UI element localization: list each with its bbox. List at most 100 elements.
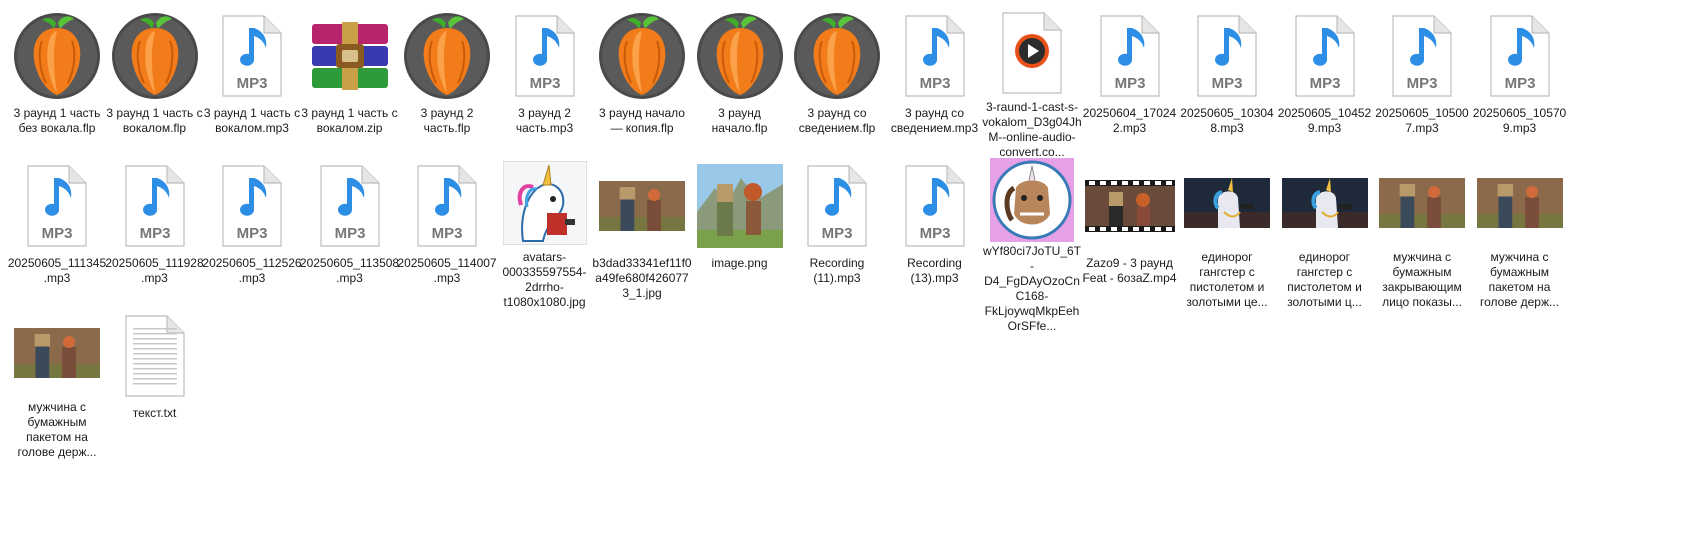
photo-unicorn-gangster-thumbnail-graphic — [1281, 178, 1368, 228]
mp3-file-icon: MP3 — [1472, 8, 1568, 104]
file-item[interactable]: 3-raund-1-cast-s-vokalom_D3g04JhM--onlin… — [981, 8, 1083, 160]
unicorn-avatar-thumbnail — [984, 158, 1080, 242]
file-item[interactable]: 3 раунд 1 часть с вокалом.flp — [104, 8, 206, 160]
mp3-file-icon: MP3 — [1179, 8, 1275, 104]
mp3-file-icon: MP3 — [107, 158, 203, 254]
fl-studio-icon — [399, 8, 495, 104]
mp3-file-icon: MP3 — [204, 8, 300, 104]
file-item[interactable]: мужчина с бумажным закрывающим лицо пока… — [1371, 158, 1473, 310]
photo-paper-bag-couple-thumbnail — [594, 158, 690, 254]
file-item[interactable]: avatars-000335597554-2drrho-t1080x1080.j… — [494, 158, 596, 310]
file-name-label: 20250605_103048.mp3 — [1180, 106, 1274, 135]
file-item[interactable]: 3 раунд начало.flp — [689, 8, 791, 160]
file-name-label: 3 раунд 1 часть с вокалом.mp3 — [203, 106, 301, 135]
file-name-label: Recording (11).mp3 — [809, 256, 865, 285]
fl-studio-icon-graphic — [404, 13, 490, 99]
file-item[interactable]: MP3 20250605_111928.mp3 — [104, 158, 206, 310]
file-item[interactable]: MP3 3 раунд 2 часть.mp3 — [494, 8, 596, 160]
file-item[interactable]: MP3 3 раунд со сведением.mp3 — [884, 8, 986, 160]
file-item[interactable]: единорог гангстер с пистолетом и золотым… — [1176, 158, 1278, 310]
mp3-file-icon: MP3 — [1374, 8, 1470, 104]
illustration-couple-thumbnail-graphic — [696, 164, 783, 248]
file-item[interactable]: 3 раунд 1 часть без вокала.flp — [6, 8, 108, 160]
file-name-label: avatars-000335597554-2drrho-t1080x1080.j… — [502, 250, 587, 309]
fl-studio-icon-graphic — [111, 13, 198, 99]
mp3-file-icon-graphic: MP3 — [222, 165, 282, 247]
file-name-label: 20250605_105709.mp3 — [1472, 106, 1567, 135]
file-item[interactable]: 3 раунд со сведением.flp — [786, 8, 888, 160]
file-item[interactable]: MP3 20250604_170242.mp3 — [1079, 8, 1181, 160]
file-item[interactable]: MP3 Recording (13).mp3 — [884, 158, 986, 310]
file-item[interactable]: мужчина с бумажным пакетом на голове дер… — [1469, 158, 1571, 310]
mp3-file-icon-graphic: MP3 — [514, 15, 575, 97]
svg-text:MP3: MP3 — [529, 75, 560, 92]
svg-text:MP3: MP3 — [432, 225, 463, 242]
svg-text:MP3: MP3 — [42, 225, 73, 242]
mp3-file-icon-graphic: MP3 — [904, 15, 965, 97]
file-name-label: 20250605_114007.mp3 — [397, 256, 497, 285]
fl-studio-icon — [107, 8, 203, 104]
file-name-label: 3-raund-1-cast-s-vokalom_D3g04JhM--onlin… — [982, 100, 1082, 159]
svg-text:MP3: MP3 — [1309, 75, 1340, 92]
photo-unicorn-gangster-thumbnail — [1179, 158, 1275, 248]
fl-studio-icon-graphic — [14, 13, 100, 99]
mp3-file-icon-graphic: MP3 — [1392, 15, 1452, 97]
file-name-label: мужчина с бумажным закрывающим лицо пока… — [1382, 250, 1462, 309]
file-item[interactable]: MP3 3 раунд 1 часть с вокалом.mp3 — [201, 8, 303, 160]
file-item[interactable]: мужчина с бумажным пакетом на голове дер… — [6, 308, 108, 460]
file-name-label: 3 раунд 1 часть с вокалом.flp — [106, 106, 203, 135]
file-name-label: единорог гангстер с пистолетом и золотым… — [1186, 250, 1268, 309]
mp3-file-icon: MP3 — [789, 158, 885, 254]
file-item[interactable]: 3 раунд 2 часть.flp — [396, 8, 498, 160]
file-name-label: Recording (13).mp3 — [907, 256, 962, 285]
mp3-file-icon: MP3 — [887, 8, 983, 104]
file-item[interactable]: Zazo9 - 3 раунд Feat - 6озаZ.mp4 — [1079, 158, 1181, 310]
file-item[interactable]: 3 раунд 1 часть с вокалом.zip — [299, 8, 401, 160]
file-name-label: 3 раунд со сведением.mp3 — [890, 106, 979, 135]
file-name-label: 3 раунд со сведением.flp — [798, 106, 876, 135]
fl-studio-icon — [789, 8, 885, 104]
photo-paper-bag-couple-thumbnail-graphic — [1476, 178, 1563, 228]
illustration-couple-thumbnail — [692, 158, 788, 254]
file-name-label: 20250605_111928.mp3 — [105, 256, 204, 285]
file-item[interactable]: wYf80ci7JoTU_6T-D4_FgDAyOzoCnC168-FkLjoy… — [981, 158, 1083, 333]
file-item[interactable]: MP3 20250605_113508.mp3 — [299, 158, 401, 310]
text-file-icon — [107, 308, 203, 404]
media-player-file-icon — [984, 8, 1080, 98]
video-thumbnail-graphic — [1084, 180, 1175, 232]
file-item[interactable]: MP3 20250605_105709.mp3 — [1469, 8, 1571, 160]
svg-text:MP3: MP3 — [334, 225, 365, 242]
fl-studio-icon-graphic — [599, 13, 685, 99]
svg-text:MP3: MP3 — [1114, 75, 1145, 92]
file-item[interactable]: MP3 20250605_111345.mp3 — [6, 158, 108, 310]
photo-paper-bag-couple-thumbnail-graphic — [14, 328, 100, 378]
mp3-file-icon: MP3 — [302, 158, 398, 254]
file-item[interactable]: MP3 20250605_104529.mp3 — [1274, 8, 1376, 160]
mp3-file-icon-graphic: MP3 — [807, 165, 867, 247]
photo-paper-bag-couple-thumbnail — [9, 308, 105, 398]
file-item[interactable]: MP3 20250605_112526.mp3 — [201, 158, 303, 310]
winrar-archive-icon-graphic — [311, 22, 388, 90]
media-player-file-icon-graphic — [1002, 12, 1062, 94]
photo-unicorn-gangster-thumbnail-graphic — [1184, 178, 1270, 228]
video-thumbnail — [1082, 158, 1178, 254]
file-item[interactable]: текст.txt — [104, 308, 206, 460]
file-item[interactable]: MP3 Recording (11).mp3 — [786, 158, 888, 310]
photo-paper-bag-couple-thumbnail — [1374, 158, 1470, 248]
file-item[interactable]: MP3 20250605_103048.mp3 — [1176, 8, 1278, 160]
file-item[interactable]: MP3 20250605_105007.mp3 — [1371, 8, 1473, 160]
file-name-label: текст.txt — [132, 406, 177, 420]
file-name-label: 20250605_113508.mp3 — [299, 256, 400, 285]
file-name-label: 3 раунд начало.flp — [711, 106, 768, 135]
file-name-label: image.png — [711, 256, 768, 270]
file-item[interactable]: MP3 20250605_114007.mp3 — [396, 158, 498, 310]
file-item[interactable]: image.png — [689, 158, 791, 310]
file-icon-grid: 3 раунд 1 часть без вокала.flp 3 раунд 1… — [0, 0, 1708, 538]
mp3-file-icon: MP3 — [9, 158, 105, 254]
file-item[interactable]: единорог гангстер с пистолетом и золотым… — [1274, 158, 1376, 310]
mp3-file-icon-graphic: MP3 — [1197, 15, 1257, 97]
file-name-label: 3 раунд 2 часть.mp3 — [515, 106, 574, 135]
file-item[interactable]: 3 раунд начало — копия.flp — [591, 8, 693, 160]
file-item[interactable]: b3dad33341ef11f0a49fe680f4260773_1.jpg — [591, 158, 693, 310]
svg-text:MP3: MP3 — [1504, 75, 1535, 92]
